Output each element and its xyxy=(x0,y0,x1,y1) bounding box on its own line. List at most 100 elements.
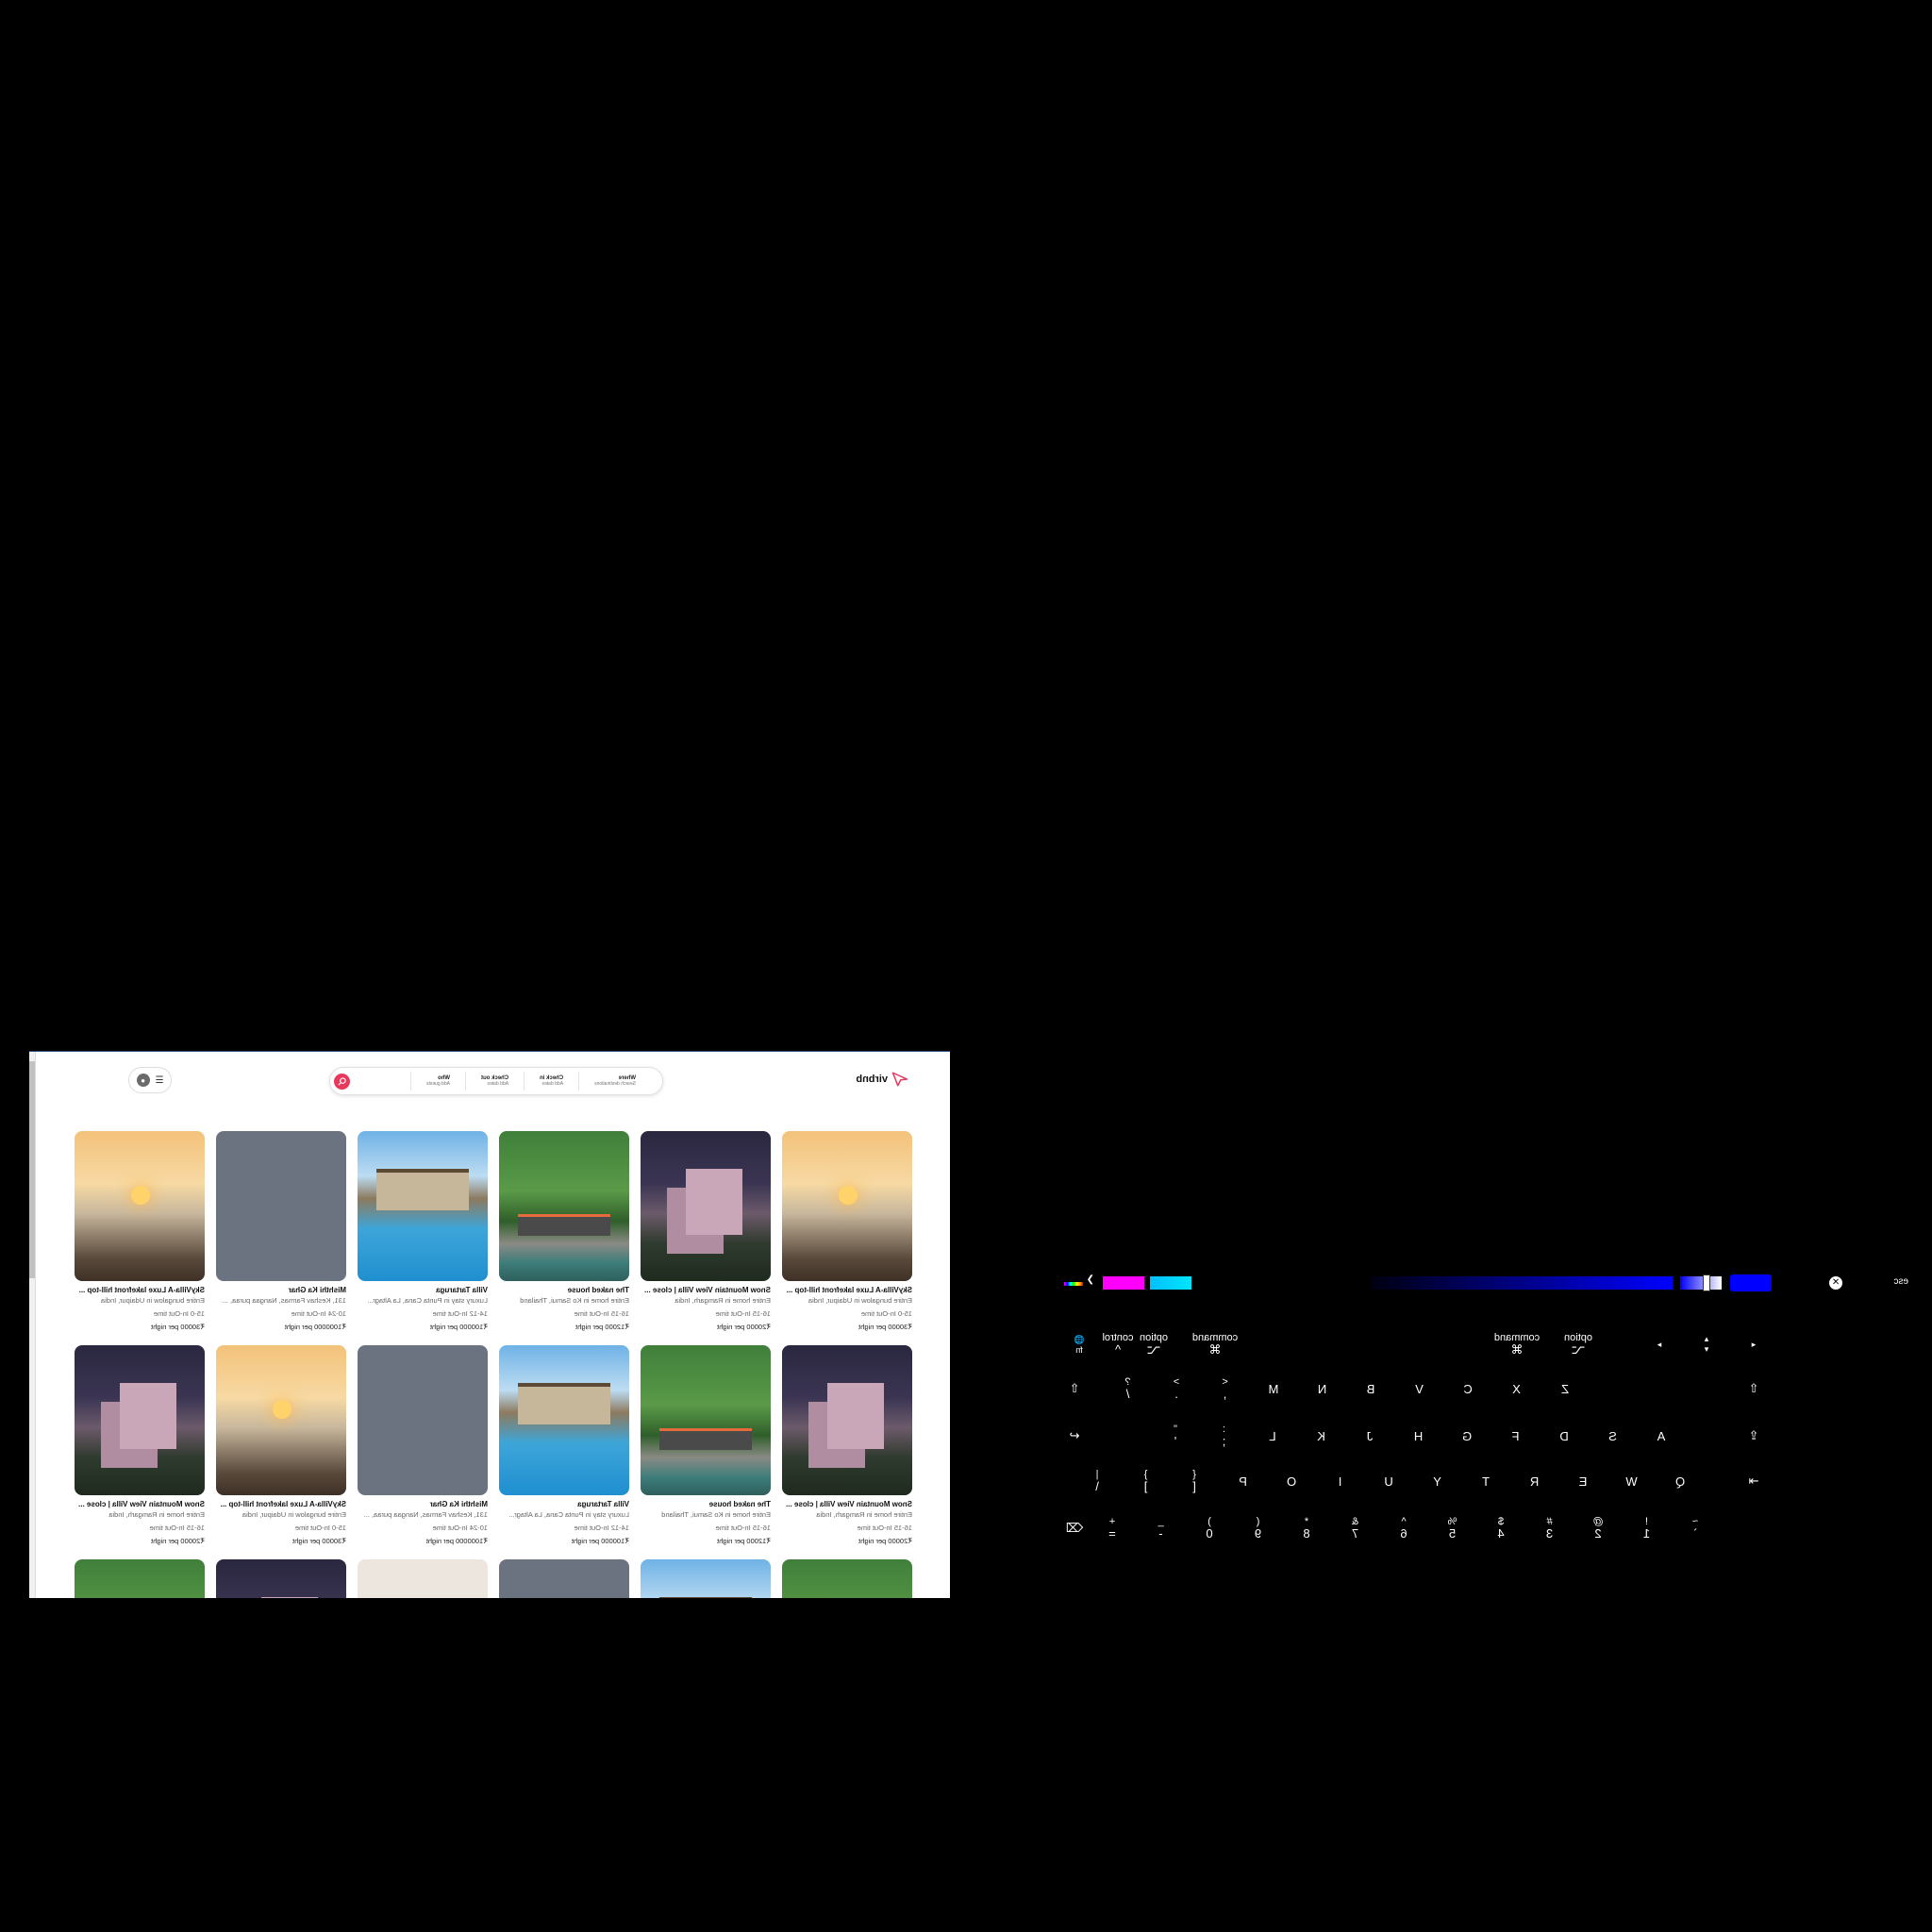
key-L[interactable]: L xyxy=(1250,1417,1295,1455)
key-Z[interactable]: Z xyxy=(1542,1370,1588,1407)
key-Q[interactable]: Q xyxy=(1657,1462,1703,1500)
key-,[interactable]: <, xyxy=(1203,1370,1248,1407)
key-5[interactable]: % 5 xyxy=(1430,1509,1475,1547)
caps-lock-key[interactable]: ⇪ xyxy=(1731,1417,1776,1455)
key-D[interactable]: D xyxy=(1541,1417,1587,1455)
listing-photo[interactable] xyxy=(641,1345,771,1495)
listing-card[interactable]: The naked house Entire home in Ko Samui, … xyxy=(641,1345,771,1548)
key-/[interactable]: ? / xyxy=(1106,1370,1151,1407)
option-key-right[interactable]: option ⌥ xyxy=(1550,1325,1607,1363)
listing-photo[interactable] xyxy=(216,1559,346,1598)
key-[[interactable]: {[ xyxy=(1172,1462,1217,1500)
key-K[interactable]: K xyxy=(1299,1417,1344,1455)
key-8[interactable]: * 8 xyxy=(1284,1509,1329,1547)
key-2[interactable]: @2 xyxy=(1575,1509,1621,1547)
key-V[interactable]: V xyxy=(1397,1370,1442,1407)
opacity-slider[interactable] xyxy=(1680,1276,1722,1290)
listing-photo[interactable] xyxy=(75,1345,205,1495)
return-key[interactable]: ↩ xyxy=(1052,1417,1097,1455)
key-C[interactable]: C xyxy=(1445,1370,1491,1407)
picked-color-swatch[interactable] xyxy=(1730,1274,1772,1291)
search-bar[interactable]: Where Search destinations Check in Add d… xyxy=(329,1067,663,1095)
key-`[interactable]: ~ ` xyxy=(1673,1509,1718,1547)
key-'[interactable]: " ' xyxy=(1153,1417,1198,1455)
close-icon[interactable]: ✕ xyxy=(1829,1276,1842,1290)
listing-card[interactable]: SkyVilla-A Luxe lakefront hill-top ... En… xyxy=(216,1345,346,1548)
key-Y[interactable]: Y xyxy=(1415,1462,1460,1500)
listing-photo[interactable] xyxy=(499,1131,629,1281)
listing-card[interactable] xyxy=(782,1559,912,1598)
listing-card[interactable] xyxy=(499,1559,629,1598)
listing-card[interactable]: Mishthi Ka Ghar 131, Keshav Farmas, Nanga… xyxy=(216,1131,346,1334)
key-T[interactable]: T xyxy=(1463,1462,1508,1500)
collapse-arrow-icon[interactable]: ❯ xyxy=(1087,1274,1094,1288)
key-\[interactable]: | \ xyxy=(1074,1462,1120,1500)
key-3[interactable]: #3 xyxy=(1527,1509,1573,1547)
key-J[interactable]: J xyxy=(1347,1417,1392,1455)
listing-photo[interactable] xyxy=(216,1345,346,1495)
arrow-right-key[interactable]: ▸ xyxy=(1637,1325,1682,1363)
key-X[interactable]: X xyxy=(1494,1370,1540,1407)
arrow-down-key[interactable]: ▾ xyxy=(1705,1344,1709,1355)
search-who[interactable]: Who Add guests xyxy=(410,1072,466,1091)
key-O[interactable]: O xyxy=(1269,1462,1314,1500)
key-M[interactable]: M xyxy=(1251,1370,1296,1407)
key-;[interactable]: :; xyxy=(1202,1417,1247,1455)
listing-photo[interactable] xyxy=(499,1559,629,1598)
listing-card[interactable]: SkyVilla-A Luxe lakefront hill-top ... En… xyxy=(75,1131,205,1334)
rainbow-icon[interactable] xyxy=(1064,1282,1083,1286)
listing-card[interactable]: SkyVilla-A Luxe lakefront hill-top ... En… xyxy=(782,1131,912,1334)
key-E[interactable]: E xyxy=(1560,1462,1606,1500)
listing-card[interactable]: Villa Tartaruga Luxury stay in Punta Cana… xyxy=(358,1131,488,1334)
listing-photo[interactable] xyxy=(641,1131,771,1281)
listing-card[interactable] xyxy=(75,1559,205,1598)
key-][interactable]: }] xyxy=(1124,1462,1169,1500)
listing-card[interactable] xyxy=(358,1559,488,1598)
tab-key[interactable]: ⇥ xyxy=(1731,1462,1776,1500)
listing-card[interactable]: Villa Tartaruga Luxury stay in Punta Cana… xyxy=(499,1345,629,1548)
key-P[interactable]: P xyxy=(1221,1462,1266,1500)
delete-key[interactable]: ⌫ xyxy=(1052,1509,1097,1547)
magenta-swatch[interactable] xyxy=(1103,1276,1144,1290)
listing-card[interactable] xyxy=(216,1559,346,1598)
listing-photo[interactable] xyxy=(75,1559,205,1598)
listing-photo[interactable] xyxy=(641,1559,771,1598)
scrollbar[interactable] xyxy=(29,1052,36,1598)
key-4[interactable]: $4 xyxy=(1478,1509,1524,1547)
scrollbar-thumb[interactable] xyxy=(29,1061,35,1278)
key-A[interactable]: A xyxy=(1639,1417,1684,1455)
search-checkout[interactable]: Check out Add dates xyxy=(465,1072,525,1091)
key-U[interactable]: U xyxy=(1366,1462,1411,1500)
shift-key-right[interactable]: ⇧ xyxy=(1052,1370,1097,1407)
listing-card[interactable]: Snow Mountain View Villa | close ... Enti… xyxy=(641,1131,771,1334)
listing-card[interactable]: Snow Mountain View Villa | close ... Enti… xyxy=(782,1345,912,1548)
listing-card[interactable]: Snow Mountain View Villa | close ... Enti… xyxy=(75,1345,205,1548)
key-I[interactable]: I xyxy=(1318,1462,1363,1500)
command-key-right[interactable]: command ⌘ xyxy=(1484,1325,1550,1363)
key-H[interactable]: H xyxy=(1396,1417,1441,1455)
listing-card[interactable]: Mishthi Ka Ghar 131, Keshav Farmas, Nanga… xyxy=(358,1345,488,1548)
search-button[interactable] xyxy=(334,1074,350,1090)
user-menu-button[interactable]: ☰ ● xyxy=(128,1067,172,1093)
shift-key-left[interactable]: ⇧ xyxy=(1731,1370,1776,1407)
key-6[interactable]: ^ 6 xyxy=(1381,1509,1426,1547)
esc-key[interactable]: esc xyxy=(1893,1276,1908,1287)
listing-photo[interactable] xyxy=(782,1345,912,1495)
search-where[interactable]: Where Search destinations xyxy=(578,1072,651,1091)
listing-photo[interactable] xyxy=(216,1131,346,1281)
arrow-up-down-keys[interactable]: ▴ ▾ xyxy=(1684,1325,1729,1363)
key-0[interactable]: ) 0 xyxy=(1187,1509,1232,1547)
key-S[interactable]: S xyxy=(1591,1417,1636,1455)
key-9[interactable]: (9 xyxy=(1236,1509,1281,1547)
key-F[interactable]: F xyxy=(1493,1417,1539,1455)
key-R[interactable]: R xyxy=(1512,1462,1557,1500)
command-key-left[interactable]: command ⌘ xyxy=(1182,1325,1248,1363)
listing-photo[interactable] xyxy=(358,1559,488,1598)
listing-photo[interactable] xyxy=(358,1345,488,1495)
key-W[interactable]: W xyxy=(1609,1462,1655,1500)
listing-photo[interactable] xyxy=(75,1131,205,1281)
listing-photo[interactable] xyxy=(782,1131,912,1281)
key-1[interactable]: ! 1 xyxy=(1624,1509,1670,1547)
fn-globe-key[interactable]: 🌐 fn xyxy=(1057,1325,1102,1363)
arrow-left-key[interactable]: ◂ xyxy=(1731,1325,1776,1363)
